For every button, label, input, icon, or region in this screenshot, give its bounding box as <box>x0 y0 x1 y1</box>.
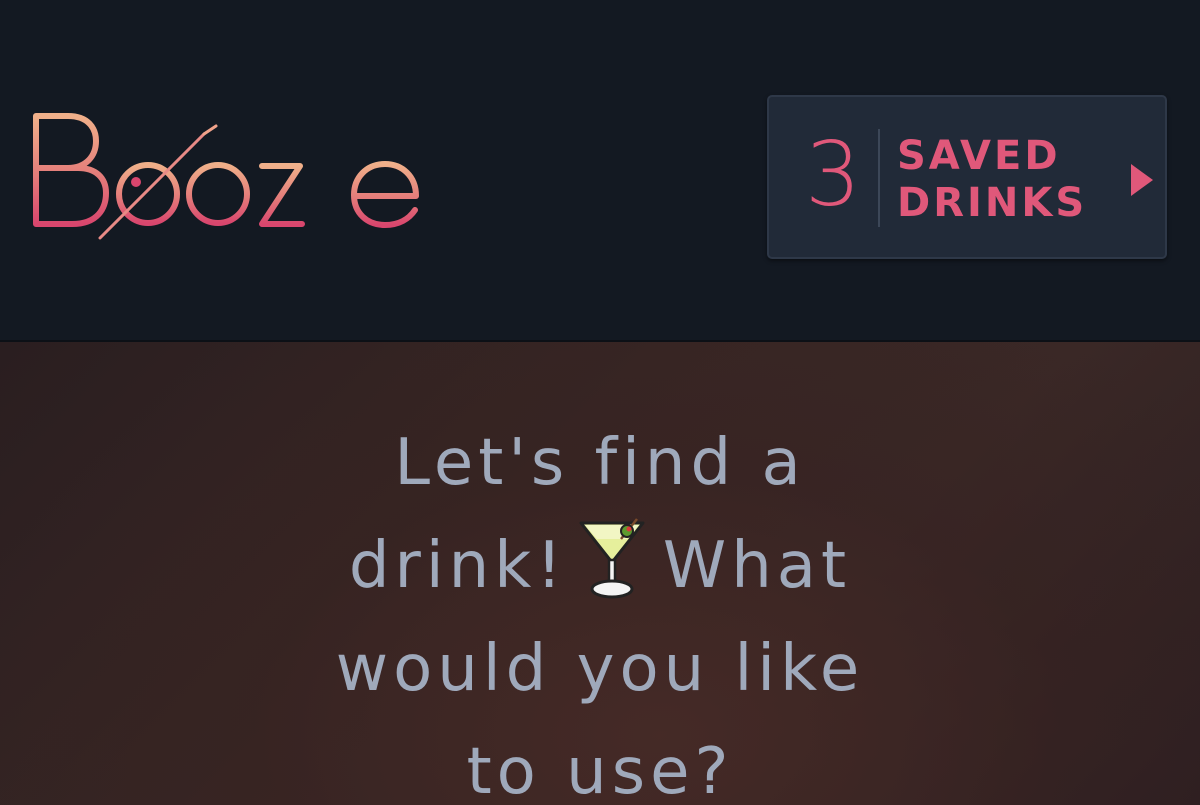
saved-drinks-label-line2: DRINKS <box>897 180 1088 226</box>
boozle-logo[interactable] <box>28 96 438 256</box>
martini-icon <box>579 518 645 599</box>
saved-drinks-divider <box>878 129 880 227</box>
top-bar: 3 SAVED DRINKS <box>0 0 1200 342</box>
triangle-right-icon <box>1131 164 1153 196</box>
prompt-line-2-start: drink! <box>348 529 567 603</box>
drink-prompt: Let's find a drink! What would you like … <box>250 412 950 805</box>
prompt-line-3: would you like <box>335 632 865 706</box>
boozle-logo-wordmark <box>33 107 419 241</box>
prompt-line-2: drink! What <box>250 515 950 618</box>
saved-drinks-label-line1: SAVED <box>897 133 1061 179</box>
prompt-line-2-end: What <box>662 529 852 603</box>
saved-drinks-count: 3 <box>805 123 861 226</box>
main-content: Let's find a drink! What would you like … <box>0 342 1200 805</box>
saved-drinks-button[interactable]: 3 SAVED DRINKS <box>767 95 1167 259</box>
prompt-line-4: to use? <box>466 735 734 805</box>
prompt-line-1: Let's find a <box>394 426 806 500</box>
saved-drinks-label: SAVED DRINKS <box>897 133 1127 227</box>
app-root: 3 SAVED DRINKS Let's find a drink! What <box>0 0 1200 805</box>
